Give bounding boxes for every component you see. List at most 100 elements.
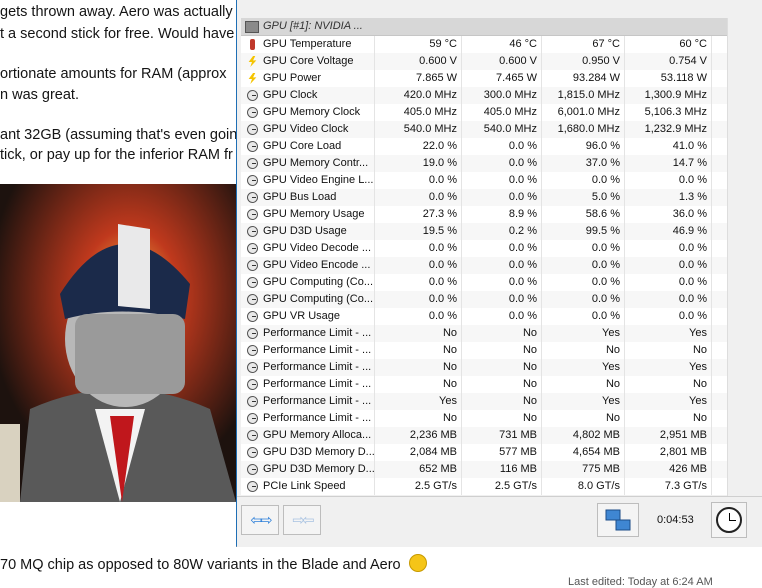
sensor-row[interactable]: GPU Temperature 59 °C 46 °C 67 °C 60 °C [241, 36, 727, 53]
sensor-row[interactable]: GPU Bus Load 0.0 % 0.0 % 5.0 % 1.3 % [241, 189, 727, 206]
post-text-line: tick, or pay up for the inferior RAM fr [0, 147, 233, 163]
sensor-row[interactable]: GPU Computing (Co... 0.0 % 0.0 % 0.0 % 0.0 % [241, 291, 727, 308]
sensor-row[interactable]: Performance Limit - ... No No Yes Yes [241, 359, 727, 376]
sensor-row[interactable]: GPU Video Engine L... 0.0 % 0.0 % 0.0 % 0.0 … [241, 172, 727, 189]
sensor-name-cell: GPU Bus Load [241, 189, 375, 206]
sensor-name-cell: Performance Limit - ... [241, 376, 375, 393]
clock-icon [247, 345, 258, 356]
max-value-cell: 0.0 % [542, 291, 625, 308]
sensor-row[interactable]: GPU D3D Memory D... 2,084 MB 577 MB 4,654 M… [241, 444, 727, 461]
post-text-line: 70 MQ chip as opposed to 80W variants in… [0, 554, 427, 573]
sensor-row[interactable]: GPU Memory Usage 27.3 % 8.9 % 58.6 % 36.0 % [241, 206, 727, 223]
average-value-cell: 2,951 MB [625, 427, 712, 444]
current-value-cell: 19.5 % [375, 223, 462, 240]
sensor-row[interactable]: GPU Video Encode ... 0.0 % 0.0 % 0.0 % 0.0 % [241, 257, 727, 274]
sensor-label: GPU Memory Alloca... [263, 429, 372, 441]
sensor-row[interactable]: GPU Video Clock 540.0 MHz 540.0 MHz 1,680.0… [241, 121, 727, 138]
sensor-rows: GPU Temperature 59 °C 46 °C 67 °C 60 °C GPU C… [241, 36, 727, 495]
sensor-name-cell: GPU Memory Clock [241, 104, 375, 121]
sensor-row[interactable]: Performance Limit - ... No No No No [241, 342, 727, 359]
sensor-row[interactable]: GPU Clock 420.0 MHz 300.0 MHz 1,815.0 MHz 1,… [241, 87, 727, 104]
sensor-row[interactable]: PCIe Link Speed 2.5 GT/s 2.5 GT/s 8.0 GT/s 7… [241, 478, 727, 495]
average-value-cell: Yes [625, 359, 712, 376]
clock-icon [247, 481, 258, 492]
sensor-label: Performance Limit - ... [263, 344, 372, 356]
post-text-line: gets thrown away. Aero was actually a [0, 4, 245, 20]
sensor-row[interactable]: Performance Limit - ... Yes No Yes Yes [241, 393, 727, 410]
average-value-cell: No [625, 342, 712, 359]
min-value-cell: No [462, 393, 542, 410]
sensor-label: Performance Limit - ... [263, 361, 372, 373]
min-value-cell: 0.0 % [462, 308, 542, 325]
vertical-scrollbar[interactable] [727, 18, 745, 496]
sensor-row[interactable]: GPU Core Load 22.0 % 0.0 % 96.0 % 41.0 % [241, 138, 727, 155]
min-value-cell: 300.0 MHz [462, 87, 542, 104]
average-value-cell: 1.3 % [625, 189, 712, 206]
sensor-name-cell: Performance Limit - ... [241, 325, 375, 342]
sensor-name-cell: PCIe Link Speed [241, 478, 375, 495]
max-value-cell: 0.0 % [542, 257, 625, 274]
min-value-cell: 0.0 % [462, 240, 542, 257]
sensor-row[interactable]: GPU Memory Alloca... 2,236 MB 731 MB 4,802 … [241, 427, 727, 444]
max-value-cell: 37.0 % [542, 155, 625, 172]
network-button[interactable] [597, 503, 639, 537]
sensor-name-cell: GPU Temperature [241, 36, 375, 53]
sensor-row[interactable]: GPU Power 7.865 W 7.465 W 93.284 W 53.118 W [241, 70, 727, 87]
post-text-line: t a second stick for free. Would have [0, 26, 235, 42]
current-value-cell: No [375, 325, 462, 342]
min-value-cell: No [462, 325, 542, 342]
min-value-cell: 0.0 % [462, 257, 542, 274]
clock-button[interactable] [711, 502, 747, 538]
sensor-row[interactable]: GPU D3D Usage 19.5 % 0.2 % 99.5 % 46.9 % [241, 223, 727, 240]
sensor-row[interactable]: GPU Core Voltage 0.600 V 0.600 V 0.950 V 0.7… [241, 53, 727, 70]
max-value-cell: 93.284 W [542, 70, 625, 87]
average-value-cell: 0.0 % [625, 257, 712, 274]
sensor-row[interactable]: GPU D3D Memory D... 652 MB 116 MB 775 MB 426… [241, 461, 727, 478]
sensor-row[interactable]: Performance Limit - ... No No No No [241, 410, 727, 427]
voltage-icon [248, 56, 257, 67]
network-icon [605, 509, 631, 531]
power-icon [248, 73, 257, 84]
sensor-row[interactable]: GPU Video Decode ... 0.0 % 0.0 % 0.0 % 0.0 % [241, 240, 727, 257]
sensor-label: GPU D3D Memory D... [263, 463, 375, 475]
average-value-cell: 60 °C [625, 36, 712, 53]
current-value-cell: No [375, 359, 462, 376]
sensor-row[interactable]: Performance Limit - ... No No Yes Yes [241, 325, 727, 342]
group-header-row[interactable]: GPU [#1]: NVIDIA ... [241, 18, 727, 36]
sensor-label: Performance Limit - ... [263, 412, 372, 424]
sensor-name-cell: Performance Limit - ... [241, 342, 375, 359]
min-value-cell: 0.0 % [462, 172, 542, 189]
clock-icon [247, 413, 258, 424]
clock-icon [247, 90, 258, 101]
sensor-row[interactable]: GPU Computing (Co... 0.0 % 0.0 % 0.0 % 0.0 % [241, 274, 727, 291]
sensor-row[interactable]: GPU VR Usage 0.0 % 0.0 % 0.0 % 0.0 % [241, 308, 727, 325]
average-value-cell: 0.0 % [625, 291, 712, 308]
sensor-name-cell: GPU Computing (Co... [241, 291, 375, 308]
average-value-cell: 7.3 GT/s [625, 478, 712, 495]
nav-arrows-disabled-button[interactable]: ⇨⇦ [283, 505, 321, 535]
sensor-label: GPU D3D Memory D... [263, 446, 375, 458]
nav-arrows-button[interactable]: ⇦⇨ [241, 505, 279, 535]
current-value-cell: 0.0 % [375, 257, 462, 274]
sensor-row[interactable]: Performance Limit - ... No No No No [241, 376, 727, 393]
min-value-cell: 8.9 % [462, 206, 542, 223]
sensor-name-cell: GPU VR Usage [241, 308, 375, 325]
group-label: GPU [#1]: NVIDIA ... [263, 20, 363, 32]
clock-icon [247, 260, 258, 271]
current-value-cell: 2,236 MB [375, 427, 462, 444]
max-value-cell: 0.0 % [542, 308, 625, 325]
sensor-label: Performance Limit - ... [263, 378, 372, 390]
min-value-cell: 0.600 V [462, 53, 542, 70]
sensor-row[interactable]: GPU Memory Contr... 19.0 % 0.0 % 37.0 % 14.7… [241, 155, 727, 172]
sensor-name-cell: GPU Video Decode ... [241, 240, 375, 257]
sensor-row[interactable]: GPU Memory Clock 405.0 MHz 405.0 MHz 6,001.… [241, 104, 727, 121]
sensor-label: Performance Limit - ... [263, 327, 372, 339]
sensor-name-cell: GPU Video Clock [241, 121, 375, 138]
current-value-cell: No [375, 410, 462, 427]
average-value-cell: 5,106.3 MHz [625, 104, 712, 121]
sensor-name-cell: GPU D3D Usage [241, 223, 375, 240]
max-value-cell: 0.0 % [542, 240, 625, 257]
sensor-name-cell: Performance Limit - ... [241, 393, 375, 410]
sensor-name-cell: GPU Memory Usage [241, 206, 375, 223]
clock-icon [247, 226, 258, 237]
